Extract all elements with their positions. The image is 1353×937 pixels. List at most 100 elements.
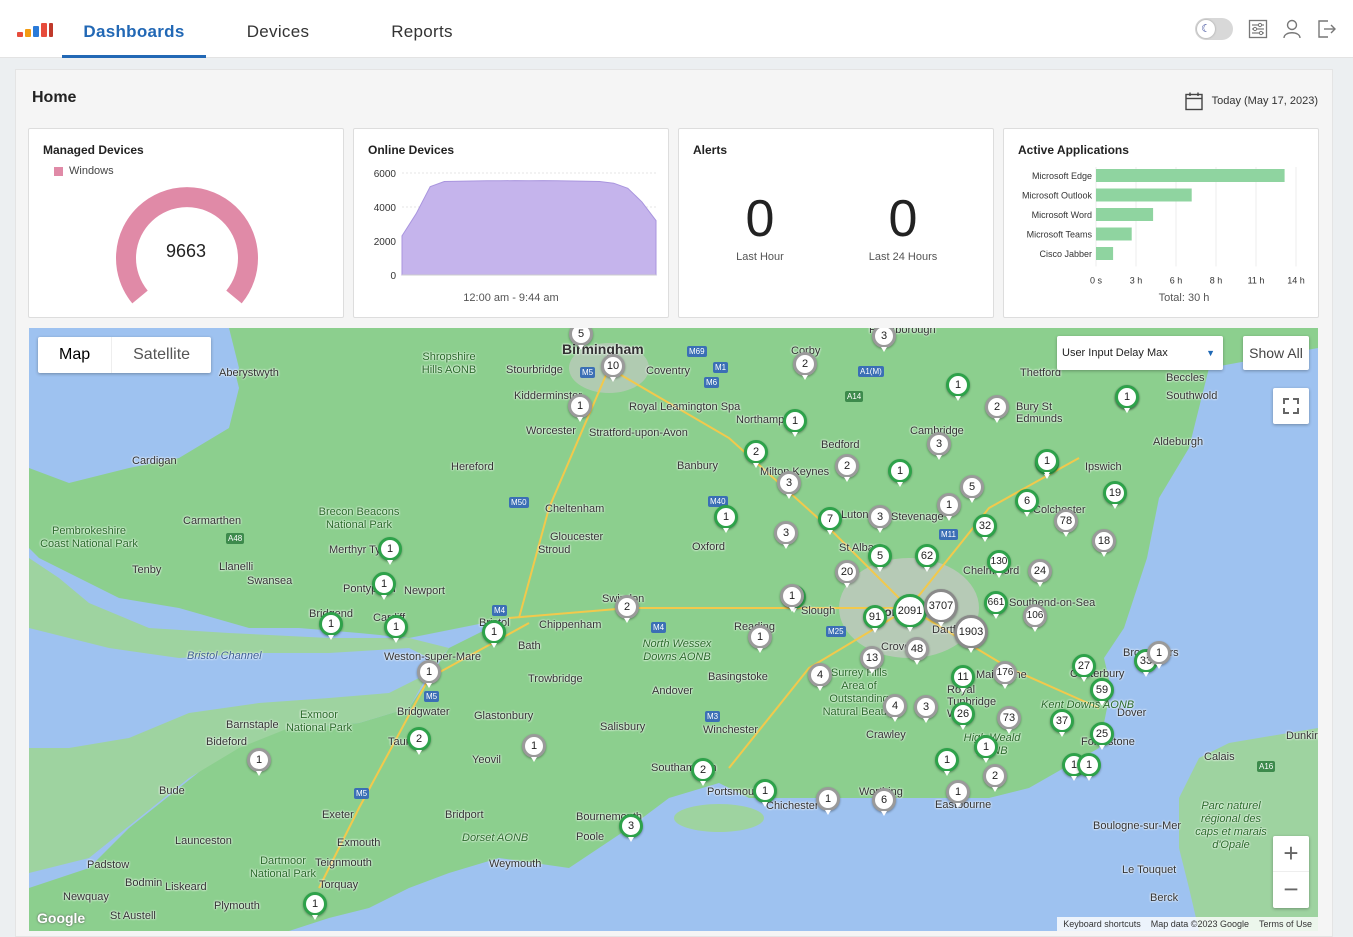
- device-cluster-marker[interactable]: 1: [319, 612, 343, 640]
- device-cluster-marker[interactable]: 176: [993, 661, 1017, 689]
- device-cluster-marker[interactable]: 3: [774, 521, 798, 549]
- logout-icon[interactable]: [1315, 18, 1337, 40]
- device-cluster-marker[interactable]: 1: [888, 459, 912, 487]
- device-cluster-marker[interactable]: 6: [1015, 489, 1039, 517]
- device-cluster-marker[interactable]: 18: [1092, 529, 1116, 557]
- device-cluster-marker[interactable]: 78: [1054, 509, 1078, 537]
- device-cluster-marker[interactable]: 11: [951, 665, 975, 693]
- google-logo[interactable]: Google: [37, 910, 85, 926]
- place-label: Boulogne-sur-Mer: [1093, 820, 1182, 832]
- device-cluster-marker[interactable]: 7: [818, 507, 842, 535]
- device-cluster-marker[interactable]: 2: [407, 727, 431, 755]
- device-map[interactable]: Birmingham Coventry Stourbridge Kiddermi…: [29, 328, 1318, 931]
- device-cluster-marker[interactable]: 3: [777, 471, 801, 499]
- x-tick-label: 11 h: [1248, 276, 1265, 286]
- device-cluster-marker[interactable]: 13: [860, 646, 884, 674]
- device-cluster-marker[interactable]: 25: [1090, 722, 1114, 750]
- map-type-satellite-button[interactable]: Satellite: [111, 337, 211, 373]
- device-cluster-marker[interactable]: 2: [615, 595, 639, 623]
- device-cluster-marker[interactable]: 26: [951, 702, 975, 730]
- user-icon[interactable]: [1281, 18, 1303, 40]
- device-cluster-marker[interactable]: 2091: [893, 594, 927, 632]
- device-cluster-marker[interactable]: 130: [987, 550, 1011, 578]
- date-picker[interactable]: Today (May 17, 2023): [1184, 91, 1318, 111]
- device-cluster-marker[interactable]: 27: [1072, 654, 1096, 682]
- device-cluster-marker[interactable]: 3: [619, 814, 643, 842]
- map-type-map-button[interactable]: Map: [38, 337, 111, 373]
- device-cluster-marker[interactable]: 1903: [954, 615, 988, 653]
- device-cluster-marker[interactable]: 1: [1035, 449, 1059, 477]
- device-cluster-marker[interactable]: 32: [973, 514, 997, 542]
- device-cluster-marker[interactable]: 3: [868, 505, 892, 533]
- device-cluster-marker[interactable]: 1: [946, 780, 970, 808]
- device-cluster-marker[interactable]: 5: [868, 544, 892, 572]
- theme-toggle[interactable]: ☾: [1195, 18, 1233, 40]
- device-cluster-marker[interactable]: 5: [960, 475, 984, 503]
- tab-reports[interactable]: Reports: [378, 0, 466, 58]
- terms-of-use-link[interactable]: Terms of Use: [1259, 917, 1312, 931]
- app-logo-icon[interactable]: [17, 23, 55, 37]
- device-cluster-marker[interactable]: 1: [417, 660, 441, 688]
- device-cluster-marker[interactable]: 661: [984, 591, 1008, 619]
- device-cluster-marker[interactable]: 1: [753, 779, 777, 807]
- managed-devices-card[interactable]: Managed Devices Windows 9663: [28, 128, 344, 318]
- device-cluster-marker[interactable]: 1: [783, 409, 807, 437]
- device-cluster-marker[interactable]: 3707: [924, 589, 958, 627]
- device-cluster-marker[interactable]: 1: [384, 615, 408, 643]
- metric-select[interactable]: User Input Delay Max ▼: [1057, 336, 1223, 370]
- fullscreen-button[interactable]: [1273, 388, 1309, 424]
- device-cluster-marker[interactable]: 3: [914, 695, 938, 723]
- device-cluster-marker[interactable]: 1: [1115, 385, 1139, 413]
- device-cluster-marker[interactable]: 4: [808, 663, 832, 691]
- device-cluster-marker[interactable]: 1: [1147, 641, 1171, 669]
- device-cluster-marker[interactable]: 2: [983, 764, 1007, 792]
- device-cluster-marker[interactable]: 1: [974, 735, 998, 763]
- device-cluster-marker[interactable]: 1: [816, 787, 840, 815]
- device-cluster-marker[interactable]: 1: [378, 537, 402, 565]
- device-cluster-marker[interactable]: 1: [935, 748, 959, 776]
- device-cluster-marker[interactable]: 1: [714, 505, 738, 533]
- device-cluster-marker[interactable]: 1: [372, 572, 396, 600]
- device-cluster-marker[interactable]: 2: [985, 395, 1009, 423]
- device-cluster-marker[interactable]: 59: [1090, 678, 1114, 706]
- zoom-out-button[interactable]: −: [1273, 872, 1309, 908]
- settings-sliders-icon[interactable]: [1247, 18, 1269, 40]
- device-cluster-marker[interactable]: 2: [835, 454, 859, 482]
- tab-devices[interactable]: Devices: [235, 0, 321, 58]
- device-cluster-marker[interactable]: 4: [883, 694, 907, 722]
- device-cluster-marker[interactable]: 1: [247, 748, 271, 776]
- device-cluster-marker[interactable]: 91: [863, 605, 887, 633]
- device-cluster-marker[interactable]: 73: [997, 706, 1021, 734]
- zoom-in-button[interactable]: +: [1273, 836, 1309, 872]
- device-cluster-marker[interactable]: 1: [568, 394, 592, 422]
- device-cluster-marker[interactable]: 1: [748, 625, 772, 653]
- device-cluster-marker[interactable]: 10: [601, 354, 625, 382]
- device-cluster-marker[interactable]: 1: [1077, 753, 1101, 781]
- device-cluster-marker[interactable]: 2: [691, 758, 715, 786]
- place-label: Aberystwyth: [219, 367, 279, 379]
- device-cluster-marker[interactable]: 1: [937, 493, 961, 521]
- online-devices-card[interactable]: Online Devices 6000 4000 2000 0 12:00 am - …: [353, 128, 669, 318]
- device-cluster-marker[interactable]: 1: [780, 584, 804, 612]
- keyboard-shortcuts-link[interactable]: Keyboard shortcuts: [1063, 917, 1141, 931]
- place-label: North Wessex Downs AONB: [642, 638, 712, 663]
- device-cluster-marker[interactable]: 1: [303, 892, 327, 920]
- device-cluster-marker[interactable]: 37: [1050, 709, 1074, 737]
- show-all-button[interactable]: Show All: [1243, 336, 1309, 370]
- device-cluster-marker[interactable]: 3: [927, 432, 951, 460]
- active-applications-card[interactable]: Active Applications 0 s 3 h 6 h 8 h 11 h 14 h…: [1003, 128, 1319, 318]
- device-cluster-marker[interactable]: 106: [1023, 604, 1047, 632]
- device-cluster-marker[interactable]: 1: [482, 620, 506, 648]
- device-cluster-marker[interactable]: 24: [1028, 559, 1052, 587]
- alerts-card[interactable]: Alerts 0 Last Hour 0 Last 24 Hours: [678, 128, 994, 318]
- device-cluster-marker[interactable]: 20: [835, 560, 859, 588]
- device-cluster-marker[interactable]: 1: [522, 734, 546, 762]
- device-cluster-marker[interactable]: 6: [872, 788, 896, 816]
- device-cluster-marker[interactable]: 48: [905, 637, 929, 665]
- device-cluster-marker[interactable]: 2: [744, 440, 768, 468]
- device-cluster-marker[interactable]: 62: [915, 544, 939, 572]
- device-cluster-marker[interactable]: 1: [946, 373, 970, 401]
- device-cluster-marker[interactable]: 19: [1103, 481, 1127, 509]
- device-cluster-marker[interactable]: 2: [793, 352, 817, 380]
- tab-dashboards[interactable]: Dashboards: [62, 0, 206, 58]
